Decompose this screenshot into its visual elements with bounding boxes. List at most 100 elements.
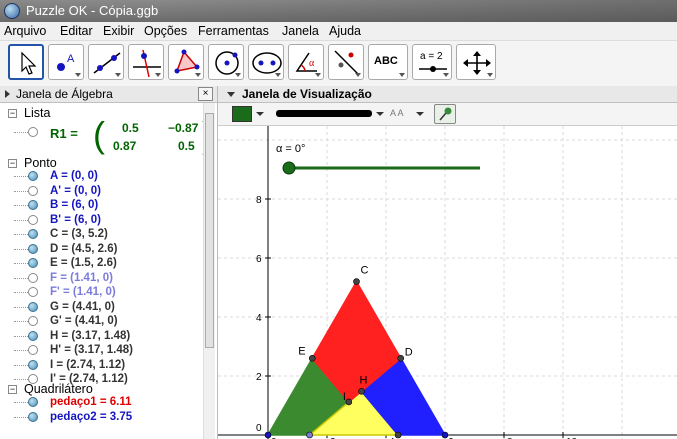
graphics-view-header: Janela de Visualização xyxy=(218,86,677,103)
point-label: H' = (3.17, 1.48) xyxy=(50,344,133,356)
algebra-scrollbar[interactable] xyxy=(203,103,215,439)
point-a[interactable] xyxy=(264,431,272,439)
scrollbar-thumb[interactable] xyxy=(205,113,214,348)
line-tool-button[interactable] xyxy=(88,44,124,80)
text-tool-button[interactable]: ABC xyxy=(368,44,408,80)
point-label-c: C xyxy=(361,265,369,277)
svg-text:A: A xyxy=(67,53,75,65)
visibility-toggle[interactable] xyxy=(28,200,38,210)
point-label: F' = (1.41, 0) xyxy=(50,286,116,298)
title-bar: Puzzle OK - Cópia.ggb xyxy=(0,0,677,22)
font-size-button[interactable]: A A xyxy=(390,108,404,118)
perpendicular-tool-button[interactable] xyxy=(128,44,164,80)
visibility-toggle[interactable] xyxy=(28,359,38,370)
quad-label: pedaço2 = 3.75 xyxy=(50,410,133,423)
line-style-dropdown-icon[interactable] xyxy=(376,112,384,116)
visibility-toggle[interactable] xyxy=(28,171,38,181)
svg-text:α: α xyxy=(309,58,315,69)
point-g[interactable] xyxy=(394,431,402,439)
matrix-cell: 0.5 xyxy=(178,139,195,153)
y-tick-label: 2 xyxy=(256,372,262,383)
menu-bar: Arquivo Editar Exibir Opções Ferramentas… xyxy=(0,22,677,41)
graphics-canvas[interactable]: 024681024680ABCDEFGHIα = 0° xyxy=(218,126,677,439)
point-label: H = (3.17, 1.48) xyxy=(50,329,131,342)
point-label: A' = (0, 0) xyxy=(50,184,101,197)
circle-tool-button[interactable] xyxy=(208,44,244,80)
point-label-i: I xyxy=(343,391,346,403)
visibility-toggle[interactable] xyxy=(28,243,38,254)
matrix-left-paren: ( xyxy=(93,114,105,155)
menu-ferramentas[interactable]: Ferramentas xyxy=(198,24,269,38)
menu-ajuda[interactable]: Ajuda xyxy=(329,24,361,38)
geogebra-app-icon xyxy=(4,3,20,19)
font-dropdown-icon[interactable] xyxy=(416,112,424,116)
y-tick-label: 8 xyxy=(256,195,262,206)
visibility-toggle[interactable] xyxy=(28,287,38,297)
visibility-toggle[interactable] xyxy=(28,301,38,312)
matrix-cell: −0.87 xyxy=(168,121,199,135)
point-label: G' = (4.41, 0) xyxy=(50,315,118,327)
slider-tool-button[interactable]: a = 2 xyxy=(412,44,452,80)
point-f[interactable] xyxy=(306,431,313,439)
style-bar: A A xyxy=(218,103,677,126)
point-label: G = (4.41, 0) xyxy=(50,300,115,313)
algebra-view-header: Janela de Álgebra × xyxy=(0,86,217,103)
polygon-tool-button[interactable] xyxy=(168,44,204,80)
visibility-toggle[interactable] xyxy=(28,127,38,137)
point-b[interactable] xyxy=(441,431,449,439)
collapse-arrow-icon[interactable] xyxy=(5,90,10,98)
point-label: I = (2.74, 1.12) xyxy=(50,358,126,371)
visibility-toggle[interactable] xyxy=(28,411,38,422)
line-style-button[interactable] xyxy=(276,110,372,117)
menu-janela[interactable]: Janela xyxy=(282,24,319,38)
visibility-toggle[interactable] xyxy=(28,229,38,239)
point-e[interactable] xyxy=(308,355,316,362)
list-r1-name: R1 = xyxy=(50,126,78,141)
visibility-toggle[interactable] xyxy=(28,316,38,326)
point-tool-button[interactable]: A xyxy=(48,44,84,80)
menu-arquivo[interactable]: Arquivo xyxy=(4,24,46,38)
menu-exibir[interactable]: Exibir xyxy=(103,24,134,38)
point-label-e: E xyxy=(298,345,305,357)
window-title: Puzzle OK - Cópia.ggb xyxy=(26,3,159,18)
visibility-toggle[interactable] xyxy=(28,185,38,196)
close-icon[interactable]: × xyxy=(198,87,213,101)
color-swatch-button[interactable] xyxy=(232,106,252,122)
y-tick-label: 6 xyxy=(256,254,262,265)
point-i[interactable] xyxy=(345,398,353,406)
point-label-d: D xyxy=(405,346,413,358)
point-label: C = (3, 5.2) xyxy=(50,228,108,240)
point-h[interactable] xyxy=(358,388,365,395)
pin-button[interactable] xyxy=(434,104,456,124)
visibility-toggle[interactable] xyxy=(28,397,38,407)
toolbar: A α ABC a = 2 xyxy=(0,41,677,87)
group-lista-label: Lista xyxy=(24,106,51,120)
y-tick-label: 4 xyxy=(256,313,262,324)
color-dropdown-icon[interactable] xyxy=(256,112,264,116)
point-label-h: H xyxy=(360,374,368,386)
y-tick-label: 0 xyxy=(256,423,262,434)
visibility-toggle[interactable] xyxy=(28,345,38,355)
point-d[interactable] xyxy=(397,355,405,362)
angle-tool-button[interactable]: α xyxy=(288,44,324,80)
move-view-tool-button[interactable] xyxy=(456,44,496,80)
reflect-tool-button[interactable] xyxy=(328,44,364,80)
visibility-toggle[interactable] xyxy=(28,214,38,225)
dropdown-arrow-icon[interactable] xyxy=(227,92,235,97)
point-c[interactable] xyxy=(353,278,360,285)
visibility-toggle[interactable] xyxy=(28,272,38,283)
menu-opcoes[interactable]: Opções xyxy=(144,24,187,38)
move-tool-button[interactable] xyxy=(8,44,44,80)
slider-alpha-label: α = 0° xyxy=(276,143,305,155)
slider-alpha-handle[interactable] xyxy=(282,161,296,175)
point-label: B' = (6, 0) xyxy=(50,213,101,226)
ellipse-tool-button[interactable] xyxy=(248,44,284,80)
point-label: D = (4.5, 2.6) xyxy=(50,242,118,255)
visibility-toggle[interactable] xyxy=(28,258,38,268)
point-label: A = (0, 0) xyxy=(50,170,98,182)
point-label: F = (1.41, 0) xyxy=(50,271,113,284)
menu-editar[interactable]: Editar xyxy=(60,24,93,38)
visibility-toggle[interactable] xyxy=(28,330,38,341)
matrix-cell: 0.87 xyxy=(113,139,137,153)
algebra-view: Janela de Álgebra × − Lista R1 = ( ) 0.5… xyxy=(0,86,218,439)
